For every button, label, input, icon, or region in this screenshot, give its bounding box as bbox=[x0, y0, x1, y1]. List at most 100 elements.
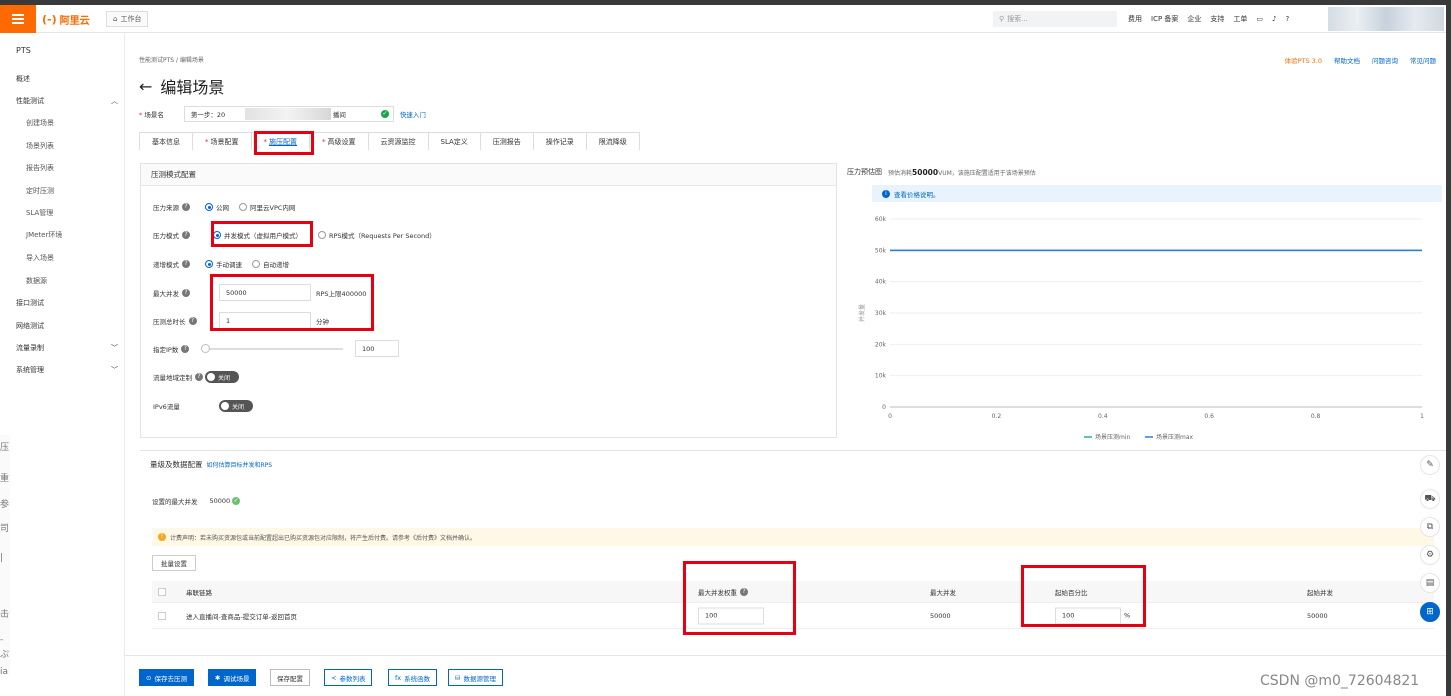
debug-scene-button[interactable]: ✱ 调试场景 bbox=[208, 669, 257, 686]
back-arrow-icon[interactable]: ← bbox=[139, 77, 152, 96]
price-info-link[interactable]: 查看价格说明。 bbox=[894, 189, 940, 199]
radio-manual[interactable]: 手动调速 bbox=[205, 259, 242, 269]
sidebar-item-label: 场景列表 bbox=[26, 142, 54, 150]
radio-rps-mode[interactable]: RPS模式（Requests Per Second） bbox=[318, 230, 436, 240]
ip-count-input[interactable]: 100 bbox=[355, 340, 399, 357]
radio-public[interactable]: 公网 bbox=[205, 202, 229, 212]
datasource-manage-button[interactable]: ⛁ 数据源管理 bbox=[448, 669, 503, 686]
try-pts3-link[interactable]: 体验PTS 3.0 bbox=[1285, 55, 1322, 65]
help-icon[interactable]: ? bbox=[1286, 15, 1290, 23]
top-link-ticket[interactable]: 工单 bbox=[1233, 14, 1247, 24]
source-label: 压力来源? bbox=[153, 202, 205, 212]
scene-name-label: * 场景名 bbox=[139, 111, 164, 119]
sidebar-item-system[interactable]: 系统管理 ﹀ bbox=[16, 365, 118, 375]
radio-vpc[interactable]: 阿里云VPC内网 bbox=[239, 202, 295, 212]
help-doc-link[interactable]: 帮助文档 bbox=[1334, 55, 1360, 65]
sidebar-item-perf-test[interactable]: 性能测试 ︿ bbox=[16, 96, 118, 106]
param-list-button[interactable]: ≺ 参数列表 bbox=[324, 669, 373, 686]
select-all-checkbox[interactable] bbox=[158, 587, 166, 596]
tab-scene-config[interactable]: * 场景配置 bbox=[192, 132, 252, 150]
source-row: 压力来源? 公网 阿里云VPC内网 bbox=[153, 202, 305, 212]
legend-label: 场景压测max bbox=[1156, 433, 1194, 441]
chart-header: 压力预估图 预估消耗50000VUM，该施压配置适用于该场景预估 bbox=[847, 167, 1036, 177]
system-function-button[interactable]: fx 系统函数 bbox=[388, 669, 438, 686]
sidebar-item-import[interactable]: 导入场景 bbox=[26, 253, 106, 263]
max-concurrency-label: 最大并发? bbox=[153, 288, 205, 298]
sidebar-item-traffic-record[interactable]: 流量录制 ﹀ bbox=[16, 343, 118, 353]
bell-icon[interactable]: ♪ bbox=[1272, 15, 1276, 23]
save-config-button[interactable]: 保存配置 bbox=[270, 669, 310, 686]
tab-rate-limit[interactable]: 限流降级 bbox=[585, 132, 640, 150]
sidebar-item-datasource[interactable]: 数据源 bbox=[26, 276, 106, 286]
max-conc-cell: 50000 bbox=[930, 611, 951, 620]
ip-label: 指定IP数? bbox=[153, 344, 205, 354]
edge-char: 参 bbox=[0, 500, 10, 510]
faq-link[interactable]: 常见问题 bbox=[1410, 55, 1436, 65]
start-conc-cell: 50000 bbox=[1307, 611, 1328, 620]
set-max-value: 50000 bbox=[209, 497, 231, 505]
annotation-box bbox=[683, 561, 796, 635]
y-axis-label: 并发量 bbox=[858, 304, 866, 322]
screen-icon[interactable]: ▭ bbox=[1256, 15, 1263, 23]
sidebar-item-scheduled[interactable]: 定时压测 bbox=[26, 186, 106, 196]
sidebar-item-label: SLA管理 bbox=[26, 209, 54, 217]
sidebar-item-label: 性能测试 bbox=[16, 97, 44, 105]
ipv6-toggle[interactable]: 关闭 bbox=[219, 400, 253, 412]
estimate-link[interactable]: 如何估算目标并发和RPS bbox=[207, 460, 273, 469]
scene-name-input[interactable]: 第一步：20 播间 ✓ bbox=[183, 106, 394, 122]
feedback-icon[interactable]: ⧉ bbox=[1420, 517, 1440, 537]
row-checkbox[interactable] bbox=[158, 611, 166, 620]
scene-name-value: 第一步：20 bbox=[190, 111, 226, 119]
top-link-support[interactable]: 支持 bbox=[1210, 14, 1224, 24]
apps-icon[interactable]: ⊞ bbox=[1420, 602, 1440, 622]
message-icon[interactable]: ▤ bbox=[1420, 573, 1440, 593]
ip-row: 指定IP数? 100 bbox=[153, 340, 399, 357]
y-tick-label: 50k bbox=[875, 247, 887, 254]
ramp-row: 递增模式? 手动调速 自动递增 bbox=[153, 259, 299, 269]
workbench-button[interactable]: ⌂ 工作台 bbox=[106, 11, 149, 27]
info-icon: i bbox=[882, 189, 890, 198]
sidebar-item-overview[interactable]: 概述 bbox=[16, 74, 118, 84]
avatar[interactable] bbox=[1328, 7, 1444, 31]
traffic-region-label: 流量地域定制? bbox=[153, 372, 205, 382]
tab-operation-log[interactable]: 操作记录 bbox=[532, 132, 587, 150]
aliyun-logo[interactable]: (-) 阿里云 bbox=[42, 12, 90, 27]
tab-basic-info[interactable]: 基本信息 bbox=[139, 132, 193, 150]
sidebar-item-api-test[interactable]: 接口测试 bbox=[16, 298, 118, 308]
sidebar-item-jmeter[interactable]: JMeter环境 bbox=[26, 230, 106, 240]
x-tick-label: 0.6 bbox=[1204, 413, 1214, 420]
sidebar-item-network-test[interactable]: 网络测试 bbox=[16, 321, 118, 331]
edit-icon[interactable]: ✎ bbox=[1420, 455, 1440, 475]
menu-icon[interactable] bbox=[0, 5, 36, 33]
main-content: 性能测试PTS / 编辑场景 体验PTS 3.0 帮助文档 问题咨询 常见问题 … bbox=[125, 34, 1446, 696]
quick-start-link[interactable]: 快速入门 bbox=[400, 109, 426, 119]
consult-link[interactable]: 问题咨询 bbox=[1372, 55, 1398, 65]
cart-icon[interactable]: ⛟ bbox=[1420, 489, 1440, 509]
radio-auto[interactable]: 自动递增 bbox=[252, 259, 289, 269]
tab-advanced[interactable]: * 高级设置 bbox=[309, 132, 369, 150]
top-link-fees[interactable]: 费用 bbox=[1128, 14, 1142, 24]
breadcrumb[interactable]: 性能测试PTS / 编辑场景 bbox=[139, 55, 204, 64]
sidebar-item-scene-list[interactable]: 场景列表 bbox=[26, 141, 106, 151]
workbench-label: 工作台 bbox=[120, 15, 142, 23]
gear-icon[interactable]: ⚙ bbox=[1420, 545, 1440, 565]
tab-cloud-monitor[interactable]: 云资源监控 bbox=[367, 132, 429, 150]
top-bar: (-) 阿里云 ⌂ 工作台 ⚲ 搜索... 费用 ICP 备案 企业 支持 工单… bbox=[0, 5, 1446, 33]
top-link-enterprise[interactable]: 企业 bbox=[1187, 14, 1201, 24]
x-tick-label: 0 bbox=[888, 413, 892, 420]
batch-set-button[interactable]: 批量设置 bbox=[152, 555, 196, 571]
sidebar-item-create-scene[interactable]: 创建场景 bbox=[26, 118, 106, 128]
save-and-test-button[interactable]: ⊙ 保存去压测 bbox=[139, 669, 194, 686]
header-links: 体验PTS 3.0 帮助文档 问题咨询 常见问题 bbox=[1285, 55, 1436, 65]
sidebar-item-sla[interactable]: SLA管理 bbox=[26, 208, 106, 218]
top-link-icp[interactable]: ICP 备案 bbox=[1151, 14, 1178, 24]
tab-sla[interactable]: SLA定义 bbox=[427, 132, 481, 150]
ip-slider[interactable] bbox=[201, 343, 343, 353]
pressure-chart: 0 10k 20k 30k 40k 50k 60k 0 0.2 0.4 0.6 0.8 1 并发量场景压测… bbox=[858, 216, 1424, 441]
traffic-region-toggle[interactable]: 关闭 bbox=[205, 371, 239, 383]
sidebar-item-report-list[interactable]: 报告列表 bbox=[26, 163, 106, 173]
slider-thumb[interactable] bbox=[201, 343, 210, 353]
sidebar-item-label: 创建场景 bbox=[26, 119, 54, 127]
tab-report[interactable]: 压测报告 bbox=[479, 132, 534, 150]
global-search-input[interactable]: ⚲ 搜索... bbox=[993, 11, 1117, 27]
